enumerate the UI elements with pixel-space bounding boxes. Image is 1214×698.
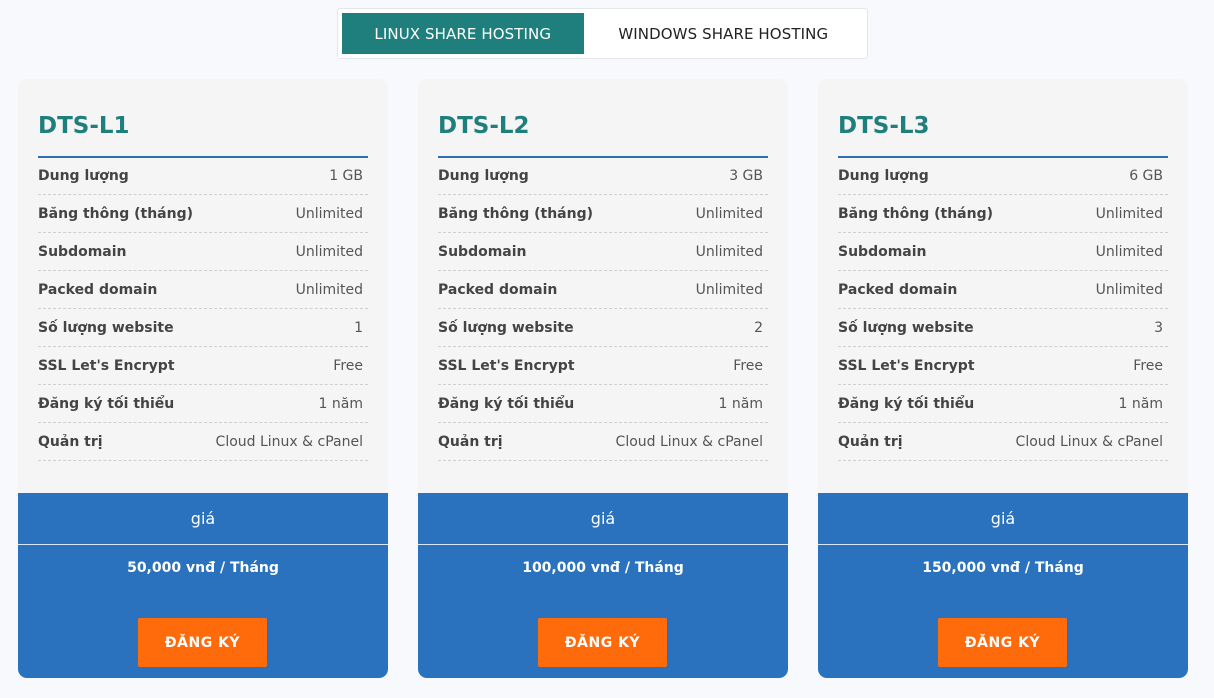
spec-label: Subdomain — [838, 243, 927, 260]
spec-label: Quản trị — [438, 433, 503, 450]
spec-label: Dung lượng — [38, 168, 129, 184]
spec-value: 1 năm — [318, 395, 363, 412]
spec-row: Dung lượng 3 GB — [438, 158, 768, 195]
spec-value: Free — [1133, 357, 1163, 374]
plan-title: DTS-L2 — [438, 79, 768, 158]
spec-row: Số lượng website 2 — [438, 309, 768, 347]
spec-label: SSL Let's Encrypt — [38, 357, 175, 374]
spec-value: 1 — [354, 319, 363, 336]
spec-value: Unlimited — [295, 281, 363, 298]
register-button[interactable]: ĐĂNG KÝ — [138, 618, 267, 667]
spec-value: 1 năm — [1118, 395, 1163, 412]
spec-label: Số lượng website — [38, 319, 174, 336]
spec-label: SSL Let's Encrypt — [438, 357, 575, 374]
spec-row: SSL Let's Encrypt Free — [438, 347, 768, 385]
spec-label: Packed domain — [838, 281, 958, 298]
spec-label: Quản trị — [38, 433, 103, 450]
spec-row: Đăng ký tối thiểu 1 năm — [838, 385, 1168, 423]
spec-value: Cloud Linux & cPanel — [1015, 433, 1163, 450]
spec-label: Packed domain — [438, 281, 558, 298]
spec-value: 3 — [1154, 319, 1163, 336]
spec-row: Quản trị Cloud Linux & cPanel — [838, 423, 1168, 461]
spec-value: Cloud Linux & cPanel — [615, 433, 763, 450]
spec-value: Unlimited — [1095, 281, 1163, 298]
spec-row: Subdomain Unlimited — [838, 233, 1168, 271]
spec-value: Unlimited — [295, 205, 363, 222]
spec-label: Băng thông (tháng) — [38, 205, 194, 222]
price-heading: giá — [818, 493, 1188, 545]
plan-title: DTS-L3 — [838, 79, 1168, 158]
spec-value: 2 — [754, 319, 763, 336]
spec-label: Dung lượng — [838, 168, 929, 184]
spec-value: Unlimited — [695, 243, 763, 260]
plan-card-dts-l1: DTS-L1 Dung lượng 1 GB Băng thông (tháng)… — [18, 79, 388, 678]
spec-row: Đăng ký tối thiểu 1 năm — [438, 385, 768, 423]
spec-row: Dung lượng 6 GB — [838, 158, 1168, 195]
spec-value: Unlimited — [695, 281, 763, 298]
spec-label: Quản trị — [838, 433, 903, 450]
spec-label: Số lượng website — [838, 319, 974, 336]
spec-label: Subdomain — [38, 243, 127, 260]
spec-label: Dung lượng — [438, 168, 529, 184]
spec-row: SSL Let's Encrypt Free — [38, 347, 368, 385]
spec-row: Băng thông (tháng) Unlimited — [438, 195, 768, 233]
plan-card-dts-l2: DTS-L2 Dung lượng 3 GB Băng thông (tháng)… — [418, 79, 788, 678]
spec-list: Dung lượng 6 GB Băng thông (tháng) Unlimit… — [838, 158, 1168, 461]
spec-row: SSL Let's Encrypt Free — [838, 347, 1168, 385]
spec-value: Free — [333, 357, 363, 374]
spec-row: Quản trị Cloud Linux & cPanel — [38, 423, 368, 461]
price-value: 50,000 vnđ / Tháng — [127, 560, 279, 576]
spec-value: 1 GB — [329, 168, 363, 184]
spec-label: Đăng ký tối thiểu — [438, 395, 575, 412]
spec-value: Unlimited — [295, 243, 363, 260]
tab-linux-share-hosting[interactable]: LINUX SHARE HOSTING — [342, 13, 584, 54]
spec-list: Dung lượng 3 GB Băng thông (tháng) Unlimit… — [438, 158, 768, 461]
spec-label: SSL Let's Encrypt — [838, 357, 975, 374]
price-value: 150,000 vnđ / Tháng — [922, 560, 1084, 576]
spec-value: 1 năm — [718, 395, 763, 412]
spec-value: Free — [733, 357, 763, 374]
plan-card-dts-l3: DTS-L3 Dung lượng 6 GB Băng thông (tháng)… — [818, 79, 1188, 678]
spec-row: Packed domain Unlimited — [38, 271, 368, 309]
spec-row: Packed domain Unlimited — [838, 271, 1168, 309]
spec-label: Subdomain — [438, 243, 527, 260]
spec-row: Subdomain Unlimited — [38, 233, 368, 271]
spec-label: Băng thông (tháng) — [438, 205, 594, 222]
spec-value: Unlimited — [1095, 205, 1163, 222]
register-button[interactable]: ĐĂNG KÝ — [538, 618, 667, 667]
spec-value: Unlimited — [1095, 243, 1163, 260]
spec-label: Số lượng website — [438, 319, 574, 336]
spec-row: Subdomain Unlimited — [438, 233, 768, 271]
spec-label: Đăng ký tối thiểu — [38, 395, 175, 412]
spec-row: Số lượng website 1 — [38, 309, 368, 347]
spec-row: Packed domain Unlimited — [438, 271, 768, 309]
register-button[interactable]: ĐĂNG KÝ — [938, 618, 1067, 667]
price-heading: giá — [18, 493, 388, 545]
hosting-type-tabs: LINUX SHARE HOSTING WINDOWS SHARE HOSTIN… — [337, 8, 868, 59]
price-panel: giá 50,000 vnđ / Tháng ĐĂNG KÝ — [18, 493, 388, 678]
price-value: 100,000 vnđ / Tháng — [522, 560, 684, 576]
spec-value: 6 GB — [1129, 168, 1163, 184]
price-panel: giá 100,000 vnđ / Tháng ĐĂNG KÝ — [418, 493, 788, 678]
price-heading: giá — [418, 493, 788, 545]
spec-value: Unlimited — [695, 205, 763, 222]
spec-label: Packed domain — [38, 281, 158, 298]
tab-windows-share-hosting[interactable]: WINDOWS SHARE HOSTING — [584, 13, 863, 54]
spec-label: Đăng ký tối thiểu — [838, 395, 975, 412]
spec-list: Dung lượng 1 GB Băng thông (tháng) Unlimit… — [38, 158, 368, 461]
spec-row: Quản trị Cloud Linux & cPanel — [438, 423, 768, 461]
spec-value: 3 GB — [729, 168, 763, 184]
spec-value: Cloud Linux & cPanel — [215, 433, 363, 450]
spec-row: Số lượng website 3 — [838, 309, 1168, 347]
price-panel: giá 150,000 vnđ / Tháng ĐĂNG KÝ — [818, 493, 1188, 678]
spec-row: Băng thông (tháng) Unlimited — [38, 195, 368, 233]
spec-label: Băng thông (tháng) — [838, 205, 994, 222]
plan-title: DTS-L1 — [38, 79, 368, 158]
spec-row: Đăng ký tối thiểu 1 năm — [38, 385, 368, 423]
spec-row: Dung lượng 1 GB — [38, 158, 368, 195]
spec-row: Băng thông (tháng) Unlimited — [838, 195, 1168, 233]
